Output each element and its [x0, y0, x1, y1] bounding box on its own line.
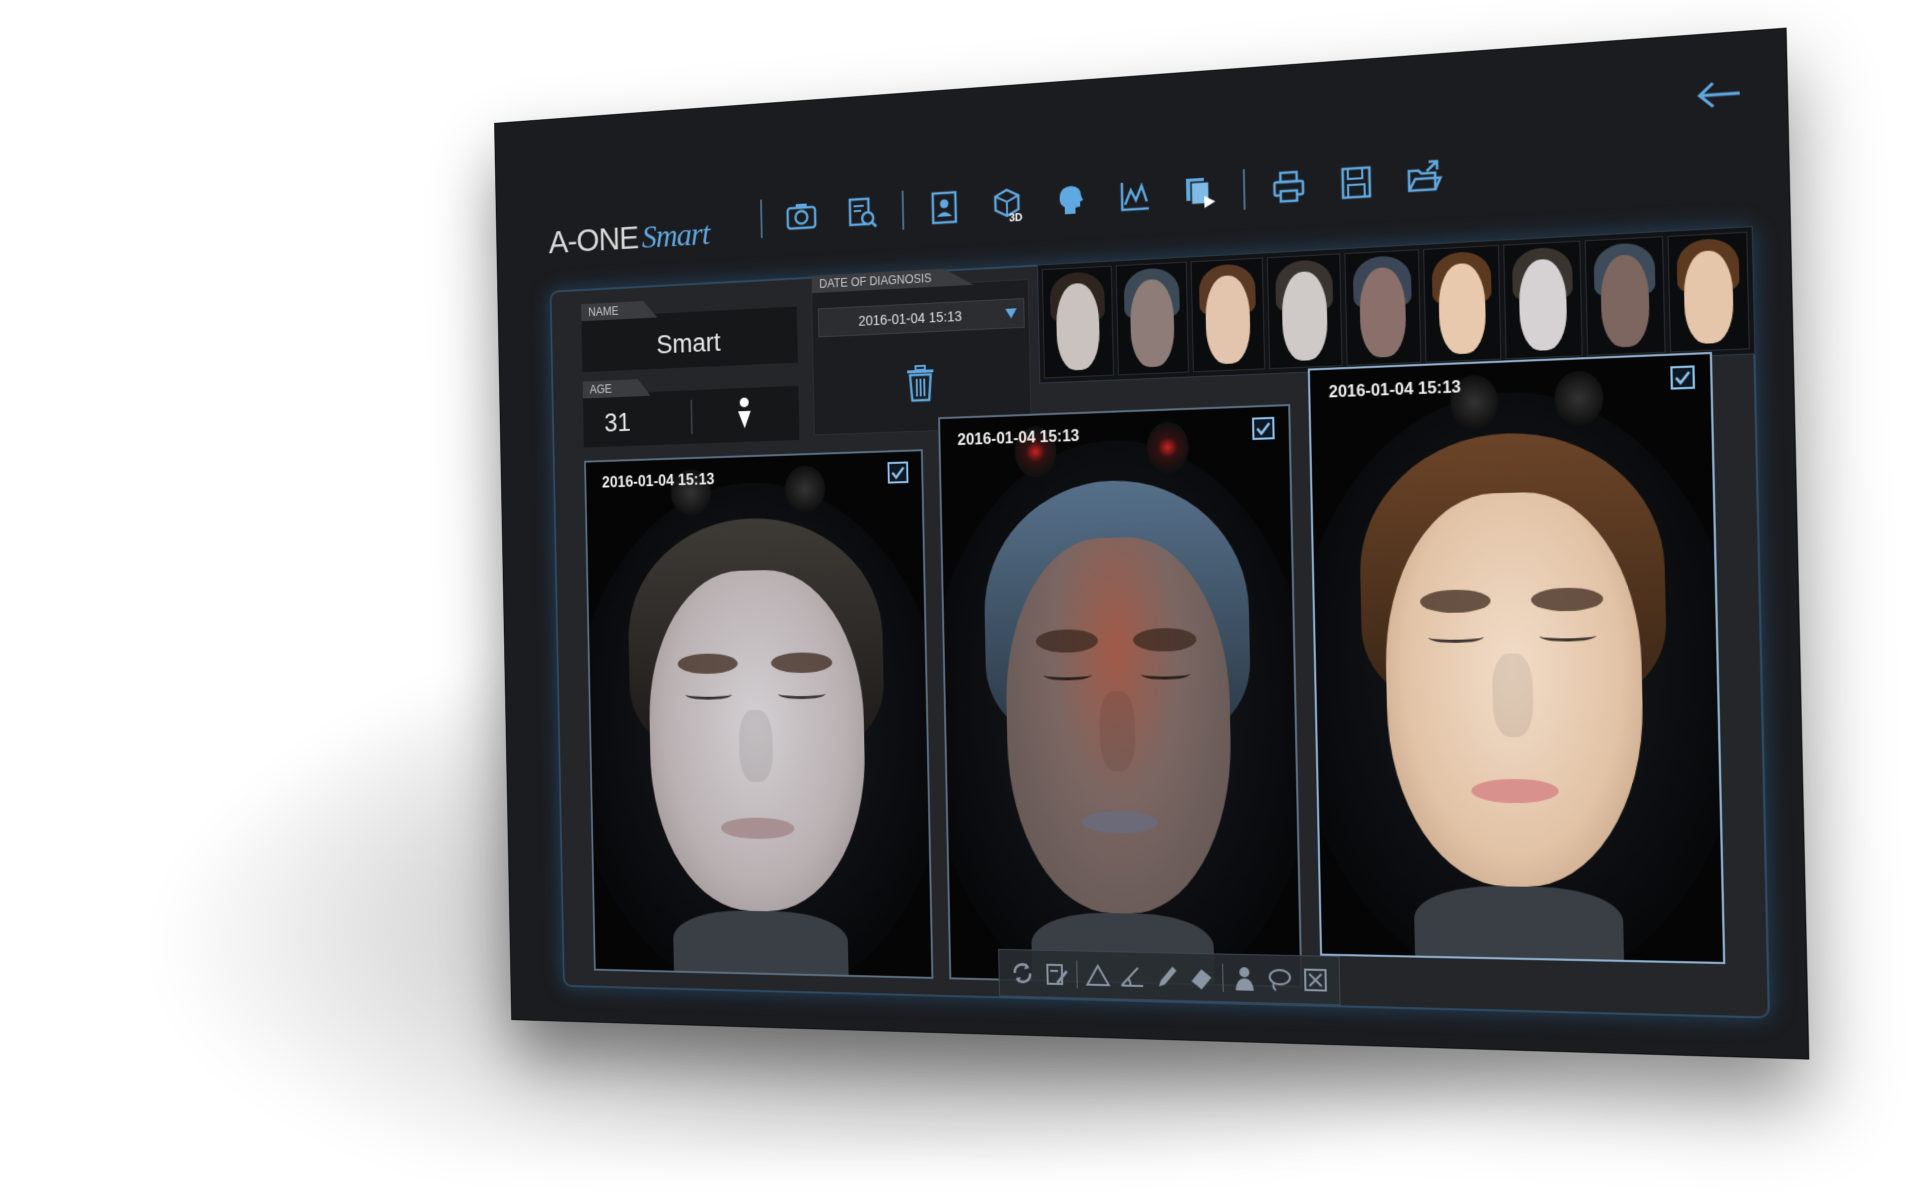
thumbnail[interactable] [1116, 262, 1189, 376]
toolbar-separator [902, 191, 905, 230]
eraser-icon[interactable] [1187, 963, 1215, 992]
pencil-icon[interactable] [1152, 962, 1180, 991]
profile-head-icon[interactable] [1048, 176, 1094, 224]
main-toolbar: 3D [760, 153, 1449, 241]
name-field[interactable]: NAME Smart [581, 307, 798, 373]
save-disk-icon[interactable] [1332, 158, 1380, 208]
check-icon [1673, 368, 1693, 388]
photo-panel-1[interactable]: 2016-01-04 15:13 [584, 449, 933, 979]
gender-female-icon[interactable] [733, 395, 755, 434]
stage: A-ONESmart 3D NAME Smart AGE 31 DATE OF … [0, 0, 1920, 1200]
name-label: NAME [581, 300, 657, 321]
dropdown-arrow-icon[interactable] [1004, 306, 1018, 320]
open-folder-icon[interactable] [1400, 153, 1449, 203]
person-icon[interactable] [1230, 964, 1259, 993]
rotate-icon[interactable] [1008, 959, 1035, 987]
logo-accent-text: Smart [641, 216, 709, 255]
triangle-icon[interactable] [1084, 961, 1112, 990]
angle-icon[interactable] [1118, 961, 1146, 990]
report-search-icon[interactable] [840, 189, 883, 236]
diagnosis-panel: NAME Smart AGE 31 DATE OF DIAGNOSIS 2016… [550, 226, 1770, 1019]
toolbar-separator [1243, 169, 1246, 210]
chart-icon[interactable] [1112, 172, 1158, 221]
check-icon [1254, 419, 1273, 438]
age-divider [690, 400, 692, 434]
date-of-diagnosis-box: DATE OF DIAGNOSIS 2016-01-04 15:13 [811, 279, 1032, 436]
photo-panel-2[interactable]: 2016-01-04 15:13 [938, 404, 1302, 988]
toolbar-separator [1222, 964, 1224, 992]
age-value: 31 [604, 408, 631, 438]
thumbnail[interactable] [1667, 232, 1749, 353]
trash-icon[interactable] [904, 363, 937, 403]
patient-card-icon[interactable] [922, 184, 966, 232]
cube-3d-label: 3D [1009, 212, 1023, 225]
thumbnail[interactable] [1503, 241, 1583, 360]
date-of-diagnosis-label: DATE OF DIAGNOSIS [812, 267, 974, 293]
face-image [586, 451, 932, 977]
face-image [1310, 354, 1723, 962]
drawing-toolbar [998, 949, 1340, 1005]
photo-panel-3[interactable]: 2016-01-04 15:13 [1308, 352, 1726, 964]
toolbar-separator [1076, 960, 1078, 988]
app-window: A-ONESmart 3D NAME Smart AGE 31 DATE OF … [494, 28, 1809, 1060]
clear-box-icon[interactable] [1300, 965, 1329, 994]
camera-icon[interactable] [780, 193, 823, 240]
printer-icon[interactable] [1265, 162, 1313, 212]
age-label: AGE [583, 379, 651, 399]
slideshow-icon[interactable] [1177, 167, 1224, 216]
back-arrow-icon[interactable] [1695, 77, 1745, 112]
date-select-value: 2016-01-04 15:13 [819, 306, 1003, 331]
photo-checkbox[interactable] [887, 461, 908, 483]
thumbnail[interactable] [1344, 249, 1421, 366]
thumbnail[interactable] [1267, 253, 1343, 369]
thumbnail[interactable] [1042, 266, 1114, 379]
thumbnail[interactable] [1423, 245, 1501, 363]
photo-checkbox[interactable] [1670, 365, 1695, 389]
date-of-diagnosis-select[interactable]: 2016-01-04 15:13 [818, 298, 1025, 337]
logo-text: A-ONE [548, 220, 638, 261]
cube-3d-icon[interactable]: 3D [985, 180, 1030, 228]
name-value: Smart [582, 324, 798, 364]
note-edit-icon[interactable] [1042, 960, 1070, 989]
face-image [940, 406, 1300, 986]
photo-checkbox[interactable] [1252, 417, 1275, 440]
age-field[interactable]: AGE 31 [583, 386, 800, 448]
thumbnail[interactable] [1191, 258, 1265, 373]
thumbnail[interactable] [1585, 236, 1666, 356]
app-logo: A-ONESmart [548, 215, 709, 261]
photo-date: 2016-01-04 15:13 [602, 472, 715, 493]
toolbar-separator [760, 200, 763, 239]
lasso-icon[interactable] [1265, 965, 1294, 994]
check-icon [889, 463, 906, 481]
